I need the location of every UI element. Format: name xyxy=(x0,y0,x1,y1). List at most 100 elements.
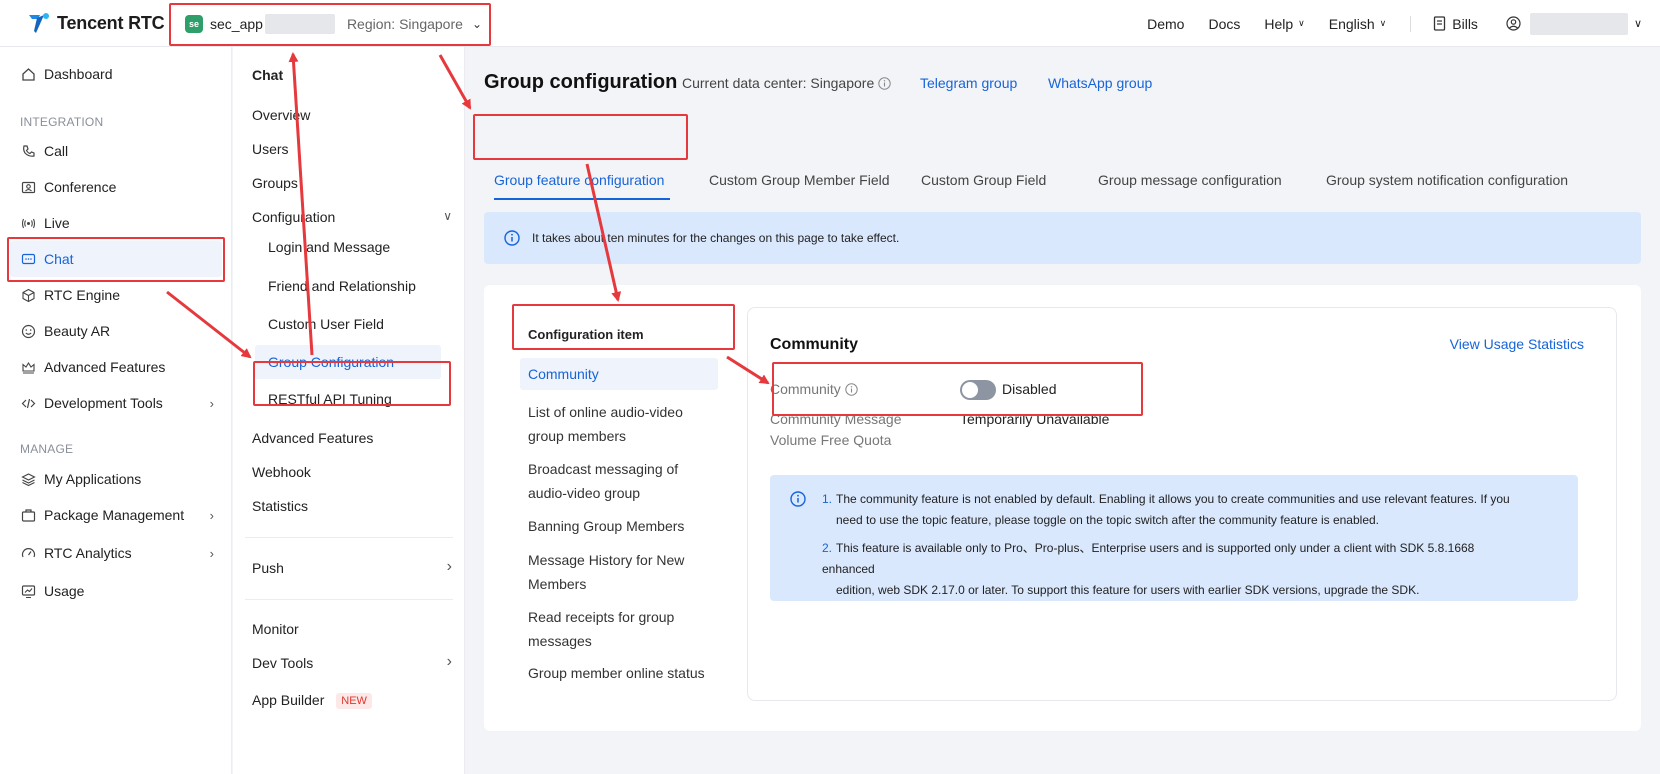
info-icon xyxy=(504,230,520,246)
panel-title: Community xyxy=(770,336,858,353)
config-item-label: audio-video group xyxy=(528,485,641,501)
sidebar-item-development-tools[interactable]: Development Tools › xyxy=(0,385,232,421)
sidebar-item-conference[interactable]: Conference xyxy=(0,169,232,205)
tip-number: 2. xyxy=(822,541,833,555)
info-icon[interactable] xyxy=(878,76,891,90)
subnav-item-restful-api-tuning[interactable]: RESTful API Tuning xyxy=(252,382,454,416)
community-toggle[interactable] xyxy=(960,379,996,400)
nav-help[interactable]: Help ∨ xyxy=(1264,16,1304,32)
subnav-item-webhook[interactable]: Webhook xyxy=(252,464,311,480)
subnav-title: Chat xyxy=(252,67,284,83)
config-item-label: group members xyxy=(528,428,627,444)
chevron-down-icon: ⌄ xyxy=(471,16,482,31)
sidebar-item-rtc-engine[interactable]: RTC Engine xyxy=(0,277,232,313)
sidebar-item-label: Dashboard xyxy=(44,66,113,82)
config-item-online-av-members[interactable]: List of online audio-video group members xyxy=(528,400,718,448)
subnav-item-groups[interactable]: Groups xyxy=(252,175,298,191)
user-menu[interactable]: ∨ xyxy=(1506,12,1660,35)
tab-group-message-configuration[interactable]: Group message configuration xyxy=(1088,158,1292,202)
sidebar-group-integration: INTEGRATION xyxy=(20,115,104,129)
app-badge: se xyxy=(185,14,203,33)
info-icon xyxy=(790,491,806,507)
subnav-item-friend-and-relationship[interactable]: Friend and Relationship xyxy=(252,269,454,303)
config-item-label: Members xyxy=(528,576,587,592)
community-tips: 1. The community feature is not enabled b… xyxy=(770,475,1578,601)
chevron-down-icon: ∨ xyxy=(1379,18,1387,28)
tip-text: need to use the topic feature, please to… xyxy=(836,513,1379,527)
notice-text: It takes about ten minutes for the chang… xyxy=(532,231,900,245)
config-item-banning-group-members[interactable]: Banning Group Members xyxy=(528,514,718,538)
sidebar-item-my-applications[interactable]: My Applications xyxy=(0,461,232,497)
subnav-item-statistics[interactable]: Statistics xyxy=(252,498,308,514)
main-content: Group configuration Current data center:… xyxy=(466,47,1660,774)
info-icon[interactable] xyxy=(845,383,858,396)
subnav-item-users[interactable]: Users xyxy=(252,141,289,157)
subnav-item-configuration[interactable]: Configuration ∨ xyxy=(252,209,452,225)
subnav-item-app-builder[interactable]: App Builder NEW xyxy=(252,692,372,709)
sidebar-item-rtc-analytics[interactable]: RTC Analytics › xyxy=(0,535,232,571)
sidebar-item-call[interactable]: Call xyxy=(0,133,232,169)
config-item-community[interactable]: Community xyxy=(520,358,718,390)
subnav-item-monitor[interactable]: Monitor xyxy=(252,621,299,637)
nav-language[interactable]: English ∨ xyxy=(1329,16,1387,32)
subnav-item-login-and-message[interactable]: Login and Message xyxy=(252,230,454,264)
sidebar-item-label: Chat xyxy=(44,251,74,267)
whatsapp-group-link[interactable]: WhatsApp group xyxy=(1048,71,1152,95)
sidebar-item-usage[interactable]: Usage xyxy=(0,573,232,609)
nav-docs[interactable]: Docs xyxy=(1208,16,1240,32)
chevron-down-icon: ∨ xyxy=(1633,18,1642,30)
subnav-item-advanced-features[interactable]: Advanced Features xyxy=(252,430,373,446)
config-item-member-online-status[interactable]: Group member online status xyxy=(528,661,718,685)
sidebar-item-package-management[interactable]: Package Management › xyxy=(0,497,232,533)
config-item-message-history[interactable]: Message History for New Members xyxy=(528,548,718,596)
subnav-item-group-configuration[interactable]: Group Configuration xyxy=(255,345,441,379)
layers-icon xyxy=(20,471,36,487)
new-badge: NEW xyxy=(336,693,372,709)
tab-group-system-notification-configuration[interactable]: Group system notification configuration xyxy=(1316,158,1578,202)
app-region: Region: Singapore xyxy=(346,15,463,32)
sidebar-item-label: Call xyxy=(44,143,69,159)
smile-face-icon xyxy=(20,323,36,339)
view-usage-statistics-link[interactable]: View Usage Statistics xyxy=(1450,336,1584,352)
subnav-item-label: Configuration xyxy=(252,209,336,225)
config-item-read-receipts[interactable]: Read receipts for group messages xyxy=(528,605,718,653)
sidebar-item-beauty-ar[interactable]: Beauty AR xyxy=(0,313,232,349)
tab-group-feature-configuration[interactable]: Group feature configuration xyxy=(484,158,674,202)
chevron-up-icon: ∨ xyxy=(443,209,452,223)
subnav-item-push[interactable]: Push › xyxy=(252,558,452,576)
sidebar-item-live[interactable]: Live xyxy=(0,205,232,241)
sidebar-item-advanced-features[interactable]: Advanced Features xyxy=(0,349,232,385)
community-toggle-row: Disabled xyxy=(960,379,1056,400)
community-panel: Community View Usage Statistics Communit… xyxy=(747,307,1617,701)
sidebar-item-label: My Applications xyxy=(44,471,142,487)
sidebar-item-chat[interactable]: Chat xyxy=(10,241,222,277)
sidebar-item-label: RTC Engine xyxy=(44,287,121,303)
nav-bills[interactable]: Bills xyxy=(1433,16,1478,32)
config-item-broadcast-messaging[interactable]: Broadcast messaging of audio-video group xyxy=(528,457,718,505)
app-selector[interactable]: se sec_app Region: Singapore ⌄ xyxy=(181,10,488,37)
tip-item-2: 2. This feature is available only to Pro、… xyxy=(822,538,1522,601)
brand-logo[interactable]: Tencent RTC xyxy=(26,11,165,35)
subnav-item-custom-user-field[interactable]: Custom User Field xyxy=(252,307,454,341)
tip-item-1: 1. The community feature is not enabled b… xyxy=(822,489,1522,531)
subnav-item-dev-tools[interactable]: Dev Tools › xyxy=(252,653,452,671)
tip-text: This feature is available only to Pro、Pr… xyxy=(822,541,1475,576)
telegram-group-link[interactable]: Telegram group xyxy=(920,71,1017,95)
config-item-label: Message History for New xyxy=(528,552,685,568)
subnav-item-overview[interactable]: Overview xyxy=(252,107,310,123)
tip-text: The community feature is not enabled by … xyxy=(836,492,1510,506)
sidebar-item-label: Advanced Features xyxy=(44,359,166,375)
page-title: Group configuration xyxy=(484,71,678,93)
sidebar-item-label: RTC Analytics xyxy=(44,545,132,561)
toggle-state-label: Disabled xyxy=(1002,381,1057,397)
subnav-divider xyxy=(245,537,453,538)
app-name: sec_app xyxy=(210,15,263,32)
sidebar-group-manage: MANAGE xyxy=(20,442,74,456)
nav-demo[interactable]: Demo xyxy=(1147,16,1184,32)
sidebar-item-dashboard[interactable]: Dashboard xyxy=(0,56,232,92)
sidebar-item-label: Beauty AR xyxy=(44,323,111,339)
tab-custom-group-member-field[interactable]: Custom Group Member Field xyxy=(699,158,900,202)
tab-custom-group-field[interactable]: Custom Group Field xyxy=(911,158,1056,202)
nav-help-label: Help xyxy=(1264,15,1294,32)
data-center-label: Current data center: Singapore xyxy=(682,75,875,91)
